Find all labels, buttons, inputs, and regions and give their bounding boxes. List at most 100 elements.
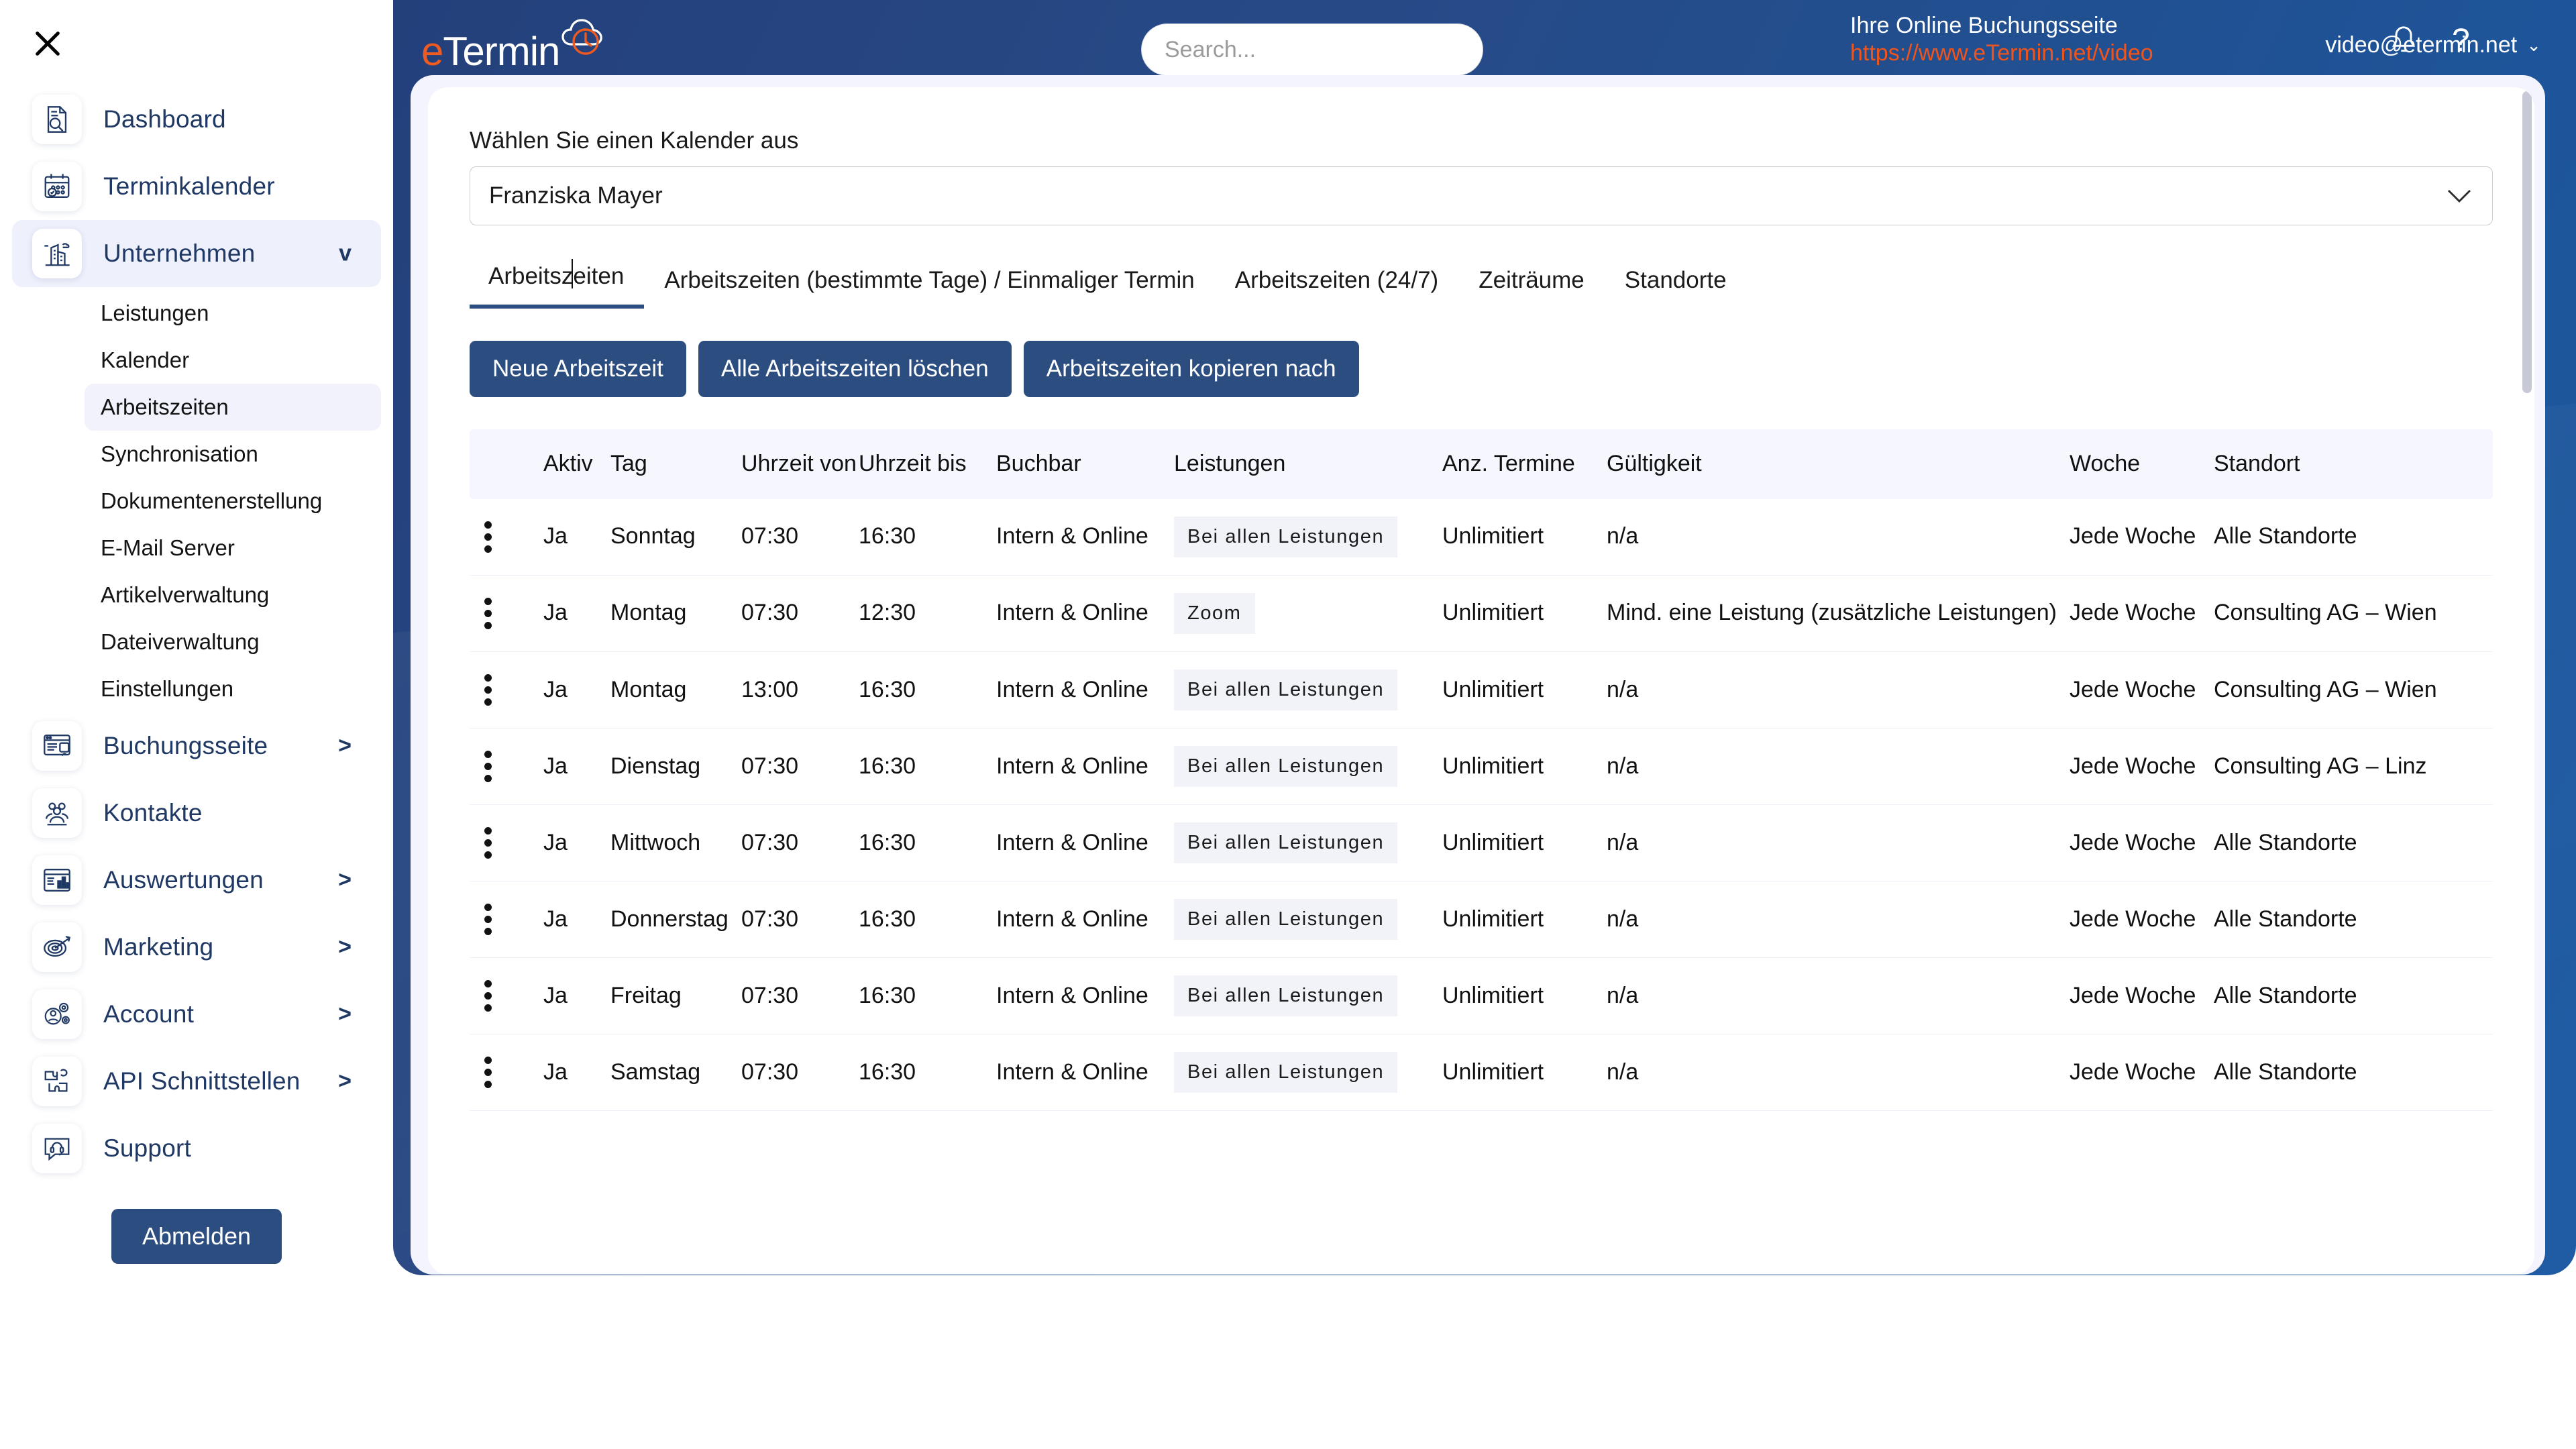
sidebar-item-auswertungen[interactable]: Auswertungen > [12, 847, 381, 914]
chevron-right-icon[interactable]: > [338, 1002, 352, 1028]
cell-aktiv: Ja [543, 1034, 610, 1112]
close-icon[interactable] [25, 21, 70, 66]
cell-aktiv: Ja [543, 957, 610, 1035]
chevron-down-icon[interactable]: v [339, 241, 352, 267]
sidebar-item-einstellungen[interactable]: Einstellungen [85, 665, 381, 712]
chevron-right-icon[interactable]: > [338, 1069, 352, 1095]
search-input[interactable] [1141, 23, 1483, 76]
cell-standort: Alle Standorte [2214, 498, 2493, 576]
sidebar-item-arbeitszeiten[interactable]: Arbeitszeiten [85, 384, 381, 431]
row-menu-icon[interactable] [484, 980, 492, 1012]
table-body: Ja Sonntag 07:30 16:30 Intern & Online Bei al… [470, 498, 2493, 1112]
row-menu-icon[interactable] [484, 597, 492, 629]
sidebar-item-label: Marketing [103, 933, 214, 961]
cell-tag: Mittwoch [610, 804, 741, 882]
table-row: Ja Montag 13:00 16:30 Intern & Online Bei all… [470, 651, 2493, 729]
cell-leistungen: Bei allen Leistungen [1174, 651, 1442, 729]
sidebar-item-dokumentenerstellung[interactable]: Dokumentenerstellung [85, 478, 381, 525]
sidebar-item-support[interactable]: Support [12, 1115, 381, 1182]
leistungen-badge: Bei allen Leistungen [1174, 516, 1398, 557]
table-row: Ja Donnerstag 07:30 16:30 Intern & Online Bei… [470, 881, 2493, 959]
cell-anz-termine: Unlimitiert [1442, 651, 1607, 729]
table-row: Ja Freitag 07:30 16:30 Intern & Online Bei al… [470, 957, 2493, 1035]
cell-uhrzeit-von: 07:30 [741, 1034, 859, 1112]
row-menu-cell [470, 881, 543, 959]
calendar-select[interactable]: Franziska Mayer [470, 166, 2493, 225]
sidebar-item-kalender[interactable]: Kalender [85, 337, 381, 384]
cell-gueltigkeit: n/a [1607, 1034, 2070, 1112]
cell-standort: Consulting AG – Linz [2214, 728, 2493, 805]
text-cursor [572, 259, 573, 288]
delete-all-working-times-button[interactable]: Alle Arbeitszeiten löschen [698, 341, 1012, 397]
sidebar-subitem-label: Artikelverwaltung [101, 582, 270, 607]
sidebar-item-dateiverwaltung[interactable]: Dateiverwaltung [85, 619, 381, 665]
logout-container: Abmelden [0, 1209, 393, 1264]
row-menu-cell [470, 728, 543, 805]
row-menu-icon[interactable] [484, 1057, 492, 1089]
cell-gueltigkeit: n/a [1607, 881, 2070, 959]
table-header: Aktiv Tag Uhrzeit von Uhrzeit bis Buchba… [470, 429, 2493, 499]
sidebar-item-email-server[interactable]: E-Mail Server [85, 525, 381, 572]
cell-gueltigkeit: n/a [1607, 804, 2070, 882]
chevron-right-icon[interactable]: > [338, 867, 352, 894]
tab-arbeitszeiten-bestimmte-tage[interactable]: Arbeitszeiten (bestimmte Tage) / Einmali… [644, 267, 1214, 309]
cell-buchbar: Intern & Online [996, 1034, 1174, 1112]
tab-zeitraeume[interactable]: Zeiträume [1458, 267, 1605, 309]
sidebar-subitem-label: Dokumentenerstellung [101, 488, 323, 513]
leistungen-badge: Bei allen Leistungen [1174, 975, 1398, 1017]
chevron-right-icon[interactable]: > [338, 733, 352, 759]
sidebar-item-terminkalender[interactable]: Terminkalender [12, 153, 381, 220]
tab-label: Arbeitszeiten (24/7) [1234, 267, 1439, 293]
copy-working-times-button[interactable]: Arbeitszeiten kopieren nach [1023, 341, 1359, 397]
sidebar-item-leistungen[interactable]: Leistungen [85, 290, 381, 337]
row-menu-icon[interactable] [484, 674, 492, 706]
calendar-check-icon [32, 162, 82, 211]
chevron-right-icon[interactable]: > [338, 934, 352, 961]
sidebar-item-artikelverwaltung[interactable]: Artikelverwaltung [85, 572, 381, 619]
booking-page-url[interactable]: https://www.eTermin.net/video [1850, 40, 2153, 67]
sidebar-item-buchungsseite[interactable]: Buchungsseite > [12, 712, 381, 780]
chevron-down-icon: ⌄ [2526, 35, 2541, 55]
sidebar-item-unternehmen[interactable]: Unternehmen v [12, 220, 381, 287]
row-menu-icon[interactable] [484, 750, 492, 782]
cell-uhrzeit-bis: 16:30 [859, 1034, 996, 1112]
row-menu-icon[interactable] [484, 827, 492, 859]
cell-aktiv: Ja [543, 575, 610, 652]
cell-uhrzeit-bis: 16:30 [859, 728, 996, 805]
cell-anz-termine: Unlimitiert [1442, 881, 1607, 959]
new-working-time-button[interactable]: Neue Arbeitszeit [470, 341, 686, 397]
user-menu[interactable]: video@etermin.net ⌄ [2325, 32, 2541, 58]
booking-page-icon [32, 721, 82, 771]
row-menu-icon[interactable] [484, 521, 492, 553]
cell-woche: Jede Woche [2070, 957, 2214, 1035]
cell-uhrzeit-von: 13:00 [741, 651, 859, 729]
etermin-logo: eTermin [421, 15, 602, 82]
sidebar-subitem-label: Arbeitszeiten [101, 394, 229, 419]
tab-label: Arbeitszeiten (bestimmte Tage) / Einmali… [664, 267, 1195, 293]
col-tag: Tag [610, 429, 741, 499]
sidebar-item-label: Auswertungen [103, 866, 264, 894]
col-woche: Woche [2070, 429, 2214, 499]
cell-anz-termine: Unlimitiert [1442, 728, 1607, 805]
logout-button[interactable]: Abmelden [111, 1209, 282, 1264]
sidebar-item-synchronisation[interactable]: Synchronisation [85, 431, 381, 478]
sidebar-item-api-schnittstellen[interactable]: API Schnittstellen > [12, 1048, 381, 1115]
tab-arbeitszeiten[interactable]: Arbeitszeiten [470, 259, 645, 309]
sidebar-item-account[interactable]: Account > [12, 981, 381, 1048]
cell-standort: Alle Standorte [2214, 1034, 2493, 1112]
tab-arbeitszeiten-24-7[interactable]: Arbeitszeiten (24/7) [1215, 267, 1458, 309]
logo-rest: Termin [443, 29, 560, 74]
col-aktiv: Aktiv [543, 429, 610, 499]
tab-standorte[interactable]: Standorte [1605, 267, 1747, 309]
sidebar-item-kontakte[interactable]: Kontakte [12, 780, 381, 847]
row-menu-icon[interactable] [484, 904, 492, 936]
calendar-select-wrap: Franziska Mayer [470, 166, 2493, 225]
cell-tag: Dienstag [610, 728, 741, 805]
sidebar-item-label: Unternehmen [103, 239, 256, 267]
vertical-scrollbar[interactable] [2522, 91, 2532, 393]
sidebar-item-marketing[interactable]: Marketing > [12, 914, 381, 981]
sidebar-item-dashboard[interactable]: Dashboard [12, 86, 381, 153]
table-row: Ja Mittwoch 07:30 16:30 Intern & Online Bei a… [470, 804, 2493, 882]
account-gear-icon [32, 989, 82, 1039]
cell-leistungen: Zoom [1174, 575, 1442, 652]
